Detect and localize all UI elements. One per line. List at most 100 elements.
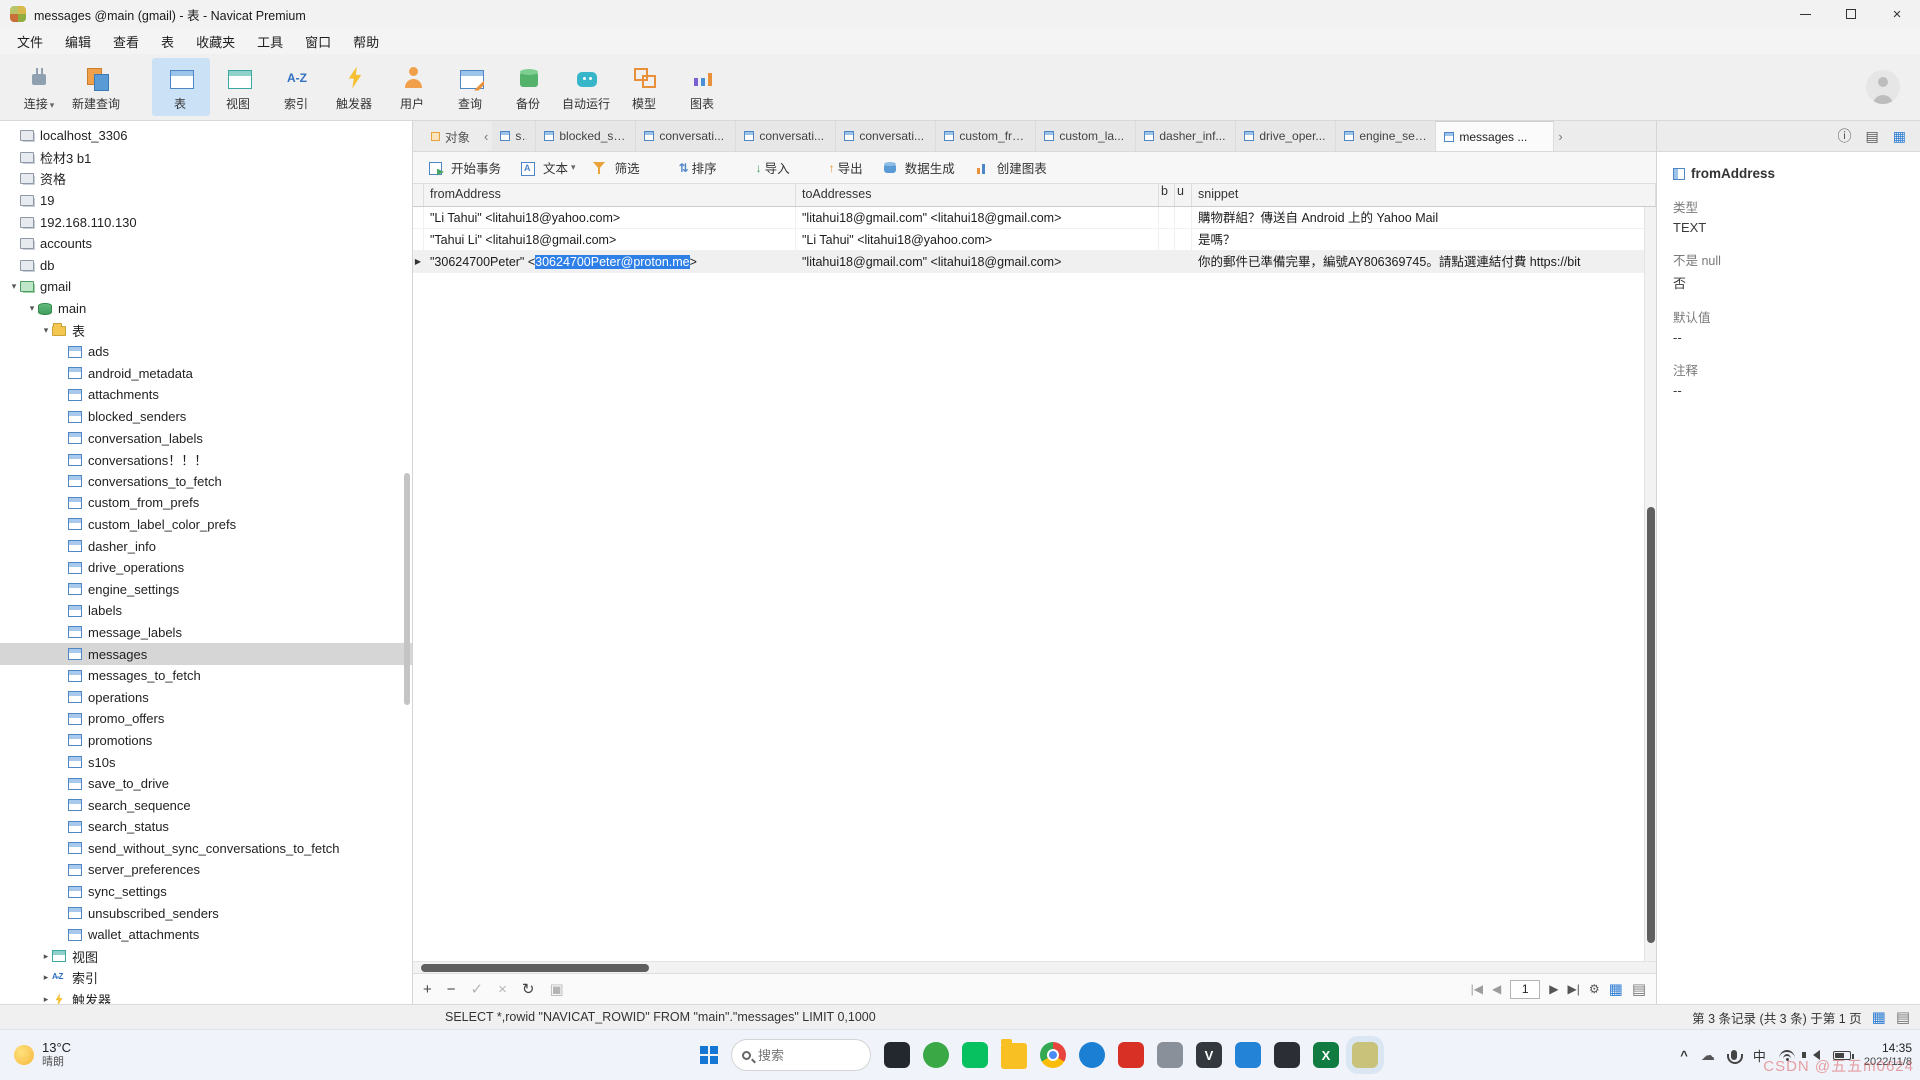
table-row[interactable]: "Tahui Li" <litahui18@gmail.com> "Li Tah… [413, 229, 1656, 251]
tree-item[interactable]: 检材3 b1 [0, 147, 412, 169]
weather-widget[interactable]: 13°C 晴朗 [14, 1030, 71, 1080]
pdf-app-icon[interactable] [1118, 1042, 1144, 1068]
model-button[interactable]: 模型 [616, 58, 674, 116]
tree-item[interactable]: custom_label_color_prefs [0, 514, 412, 536]
backup-button[interactable]: 备份 [500, 58, 558, 116]
vertical-scrollbar-thumb[interactable] [1647, 507, 1655, 943]
table-row[interactable]: ▶ "30624700Peter" <30624700Peter@proton.… [413, 251, 1656, 273]
apply-changes-icon[interactable]: ✓ [471, 980, 484, 998]
android-studio-icon[interactable] [1274, 1042, 1300, 1068]
table-tab[interactable]: drive_oper... [1236, 121, 1336, 151]
form-view-icon[interactable]: ▤ [1632, 980, 1646, 998]
expand-arrow-icon[interactable]: ▸ [40, 994, 52, 1004]
cell-snippet[interactable]: 購物群組？傳送自 Android 上的 Yahoo Mail [1192, 207, 1656, 229]
tree-item[interactable]: engine_settings [0, 578, 412, 600]
menu-item[interactable]: 表 [150, 29, 185, 54]
menu-item[interactable]: 编辑 [54, 29, 102, 54]
tree-item[interactable]: ▾ 表 [0, 319, 412, 341]
table-tab[interactable]: custom_la... [1036, 121, 1136, 151]
tab-scroll-right-icon[interactable]: › [1554, 121, 1566, 151]
menu-item[interactable]: 收藏夹 [185, 29, 246, 54]
first-page-icon[interactable]: |◀ [1471, 982, 1483, 996]
sidebar-scrollbar[interactable] [404, 473, 410, 705]
cell-u[interactable] [1175, 207, 1192, 229]
tree-item[interactable]: messages_to_fetch [0, 665, 412, 687]
status-grid-view-icon[interactable]: ▦ [1872, 1008, 1886, 1026]
view-button[interactable]: 视图 [210, 58, 268, 116]
browser-app-icon[interactable] [923, 1042, 949, 1068]
table-button[interactable]: 表 [152, 58, 210, 116]
tree-item[interactable]: conversations！！！ [0, 449, 412, 471]
minimize-button[interactable] [1782, 0, 1828, 28]
tree-item[interactable]: blocked_senders [0, 406, 412, 428]
chrome-icon[interactable] [1040, 1042, 1066, 1068]
tree-item[interactable]: messages [0, 643, 412, 665]
terminal-app-icon[interactable] [884, 1042, 910, 1068]
ime-indicator[interactable]: 中 [1753, 1046, 1766, 1065]
tree-item[interactable]: unsubscribed_senders [0, 902, 412, 924]
page-settings-gear-icon[interactable]: ⚙ [1589, 982, 1600, 996]
tree-item[interactable]: localhost_3306 [0, 125, 412, 147]
grid-properties-icon[interactable]: ▦ [1893, 128, 1906, 145]
column-header-snippet[interactable]: snippet [1192, 184, 1656, 206]
discard-changes-icon[interactable]: × [498, 981, 507, 998]
cell-fromAddress[interactable]: "Li Tahui" <litahui18@yahoo.com> [424, 207, 796, 229]
v-app-icon[interactable]: V [1196, 1042, 1222, 1068]
expand-arrow-icon[interactable]: ▾ [8, 281, 20, 292]
user-button[interactable]: 用户 [384, 58, 442, 116]
tree-item[interactable]: save_to_drive [0, 773, 412, 795]
stop-icon[interactable]: ▣ [549, 980, 563, 998]
volume-icon[interactable] [1813, 1050, 1820, 1060]
microphone-icon[interactable] [1731, 1050, 1737, 1060]
table-toolbar-button[interactable]: ↓ 导入 [729, 155, 800, 180]
tree-item[interactable]: wallet_attachments [0, 924, 412, 946]
status-form-view-icon[interactable]: ▤ [1896, 1008, 1910, 1026]
cell-fromAddress[interactable]: "Tahui Li" <litahui18@gmail.com> [424, 229, 796, 251]
grid-view-icon[interactable]: ▦ [1609, 980, 1623, 998]
wifi-icon[interactable] [1779, 1049, 1795, 1062]
table-tab[interactable]: custom_fro... [936, 121, 1036, 151]
tree-item[interactable]: attachments [0, 384, 412, 406]
automation-button[interactable]: 自动运行 [558, 58, 616, 116]
table-toolbar-button[interactable]: 数据生成 [875, 155, 965, 180]
cell-toAddresses[interactable]: "litahui18@gmail.com" <litahui18@gmail.c… [796, 207, 1159, 229]
info-icon[interactable]: ⓘ [1838, 126, 1852, 146]
tree-item[interactable]: android_metadata [0, 363, 412, 385]
search-input[interactable] [758, 1048, 848, 1063]
menu-item[interactable]: 窗口 [294, 29, 342, 54]
tree-item[interactable]: ▸ 索引 [0, 967, 412, 989]
navicat-icon[interactable] [1352, 1042, 1378, 1068]
next-page-icon[interactable]: ▶ [1549, 982, 1558, 996]
table-tab[interactable]: engine_set... [1336, 121, 1436, 151]
close-button[interactable]: × [1874, 0, 1920, 28]
tree-item[interactable]: custom_from_prefs [0, 492, 412, 514]
tree-item[interactable]: ▾ main [0, 298, 412, 320]
onedrive-cloud-icon[interactable]: ☁ [1701, 1047, 1715, 1064]
tree-item[interactable]: accounts [0, 233, 412, 255]
tree-item[interactable]: 19 [0, 190, 412, 212]
previous-page-icon[interactable]: ◀ [1492, 982, 1501, 996]
tree-item[interactable]: conversations_to_fetch [0, 471, 412, 493]
file-explorer-icon[interactable] [1001, 1043, 1027, 1069]
table-tab[interactable]: dasher_inf... [1136, 121, 1236, 151]
table-toolbar-button[interactable]: ⇅ 排序 [652, 155, 727, 180]
table-tab[interactable]: s... [492, 121, 536, 151]
charts-button[interactable]: 图表 [674, 58, 732, 116]
battery-icon[interactable] [1833, 1051, 1851, 1060]
tree-item[interactable]: labels [0, 600, 412, 622]
table-tab[interactable]: messages ... [1436, 121, 1554, 151]
menu-item[interactable]: 文件 [6, 29, 54, 54]
tree-item[interactable]: send_without_sync_conversations_to_fetch [0, 838, 412, 860]
expand-arrow-icon[interactable]: ▾ [26, 303, 38, 314]
page-number-input[interactable] [1510, 980, 1540, 999]
vertical-scrollbar[interactable] [1644, 207, 1656, 961]
table-tab[interactable]: conversati... [836, 121, 936, 151]
cell-u[interactable] [1175, 229, 1192, 251]
edge-icon[interactable] [1079, 1042, 1105, 1068]
cell-snippet[interactable]: 是嗎？ [1192, 229, 1656, 251]
menu-item[interactable]: 工具 [246, 29, 294, 54]
expand-arrow-icon[interactable]: ▸ [40, 951, 52, 962]
column-header-u[interactable]: u [1175, 184, 1192, 206]
table-row[interactable]: "Li Tahui" <litahui18@yahoo.com> "litahu… [413, 207, 1656, 229]
table-toolbar-button[interactable]: ↑ 导出 [802, 155, 873, 180]
